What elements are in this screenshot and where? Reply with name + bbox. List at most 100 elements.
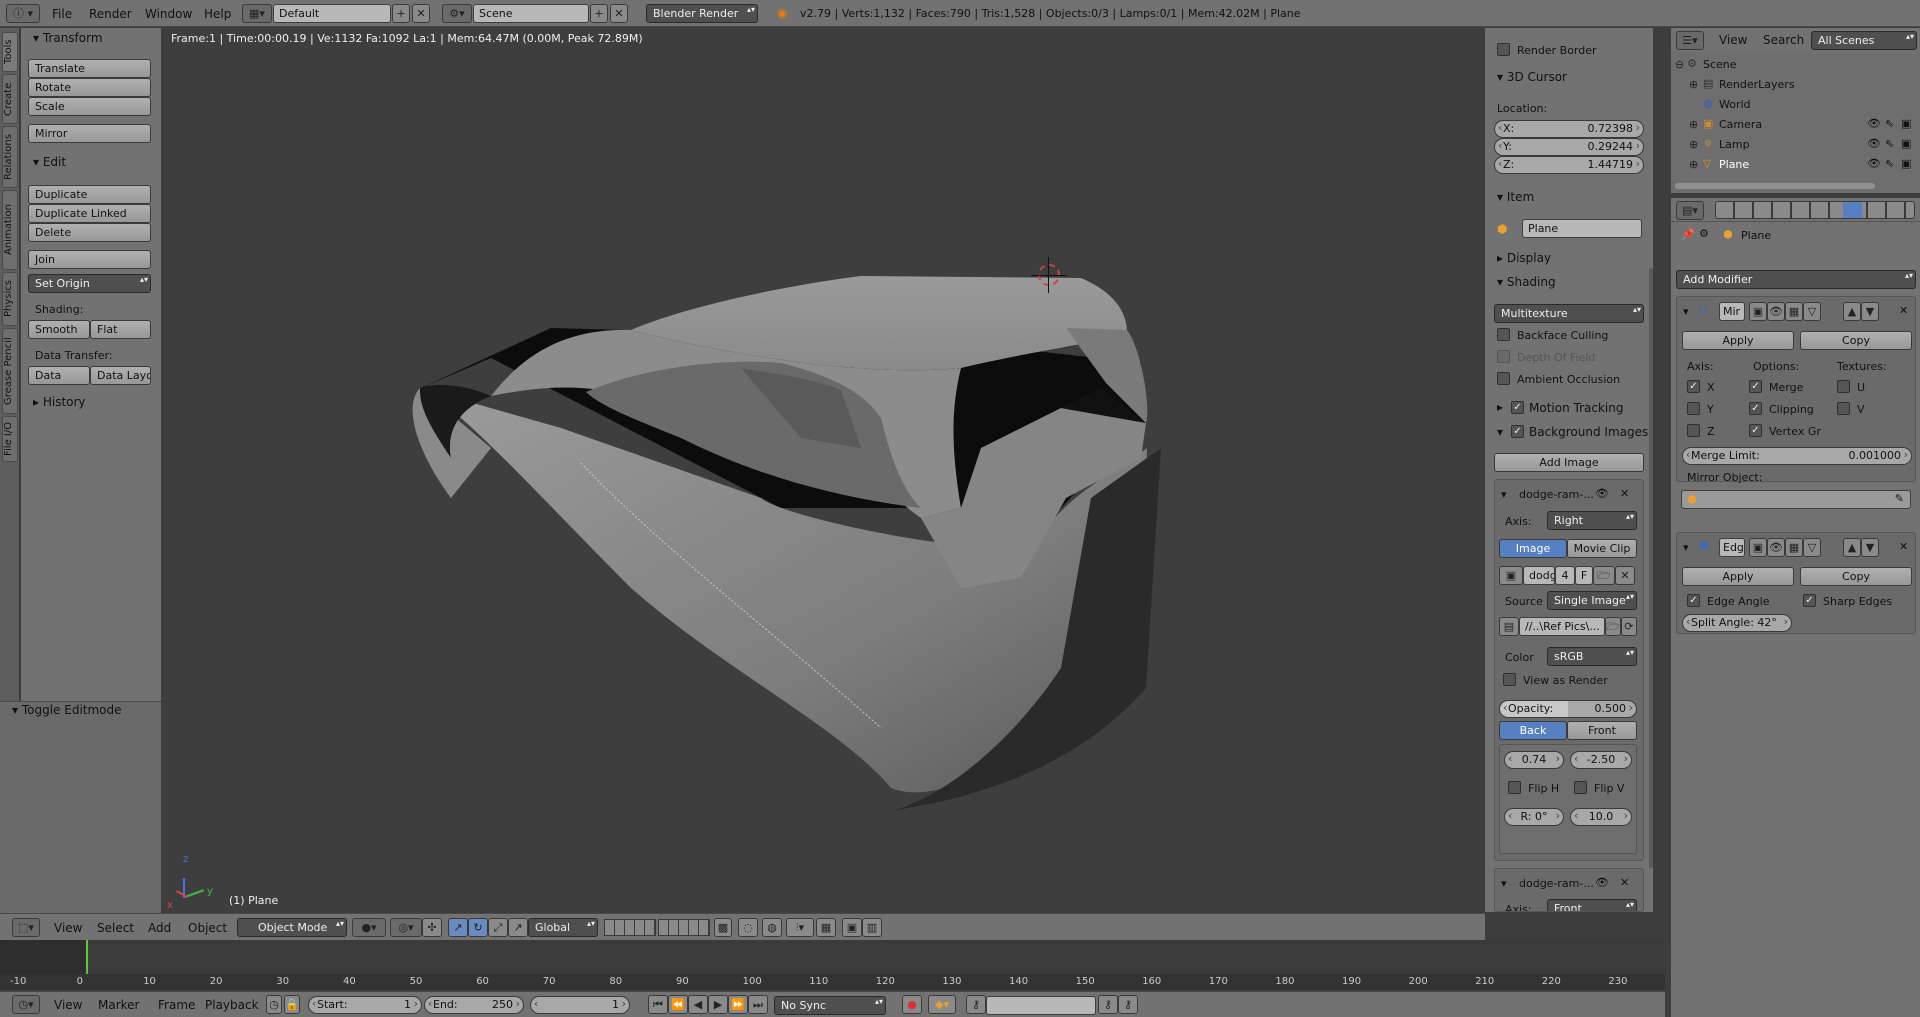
- display-header[interactable]: ▸ Display: [1497, 251, 1551, 265]
- add-modifier-dropdown[interactable]: Add Modifier: [1676, 270, 1916, 289]
- mirror-axis-z-checkbox[interactable]: [1687, 424, 1700, 437]
- render-preview-icon[interactable]: ▣: [842, 918, 862, 937]
- tab-animation[interactable]: Animation: [2, 190, 18, 270]
- close-icon[interactable]: ✕: [1899, 540, 1908, 553]
- item-name-field[interactable]: Plane: [1522, 219, 1642, 238]
- tab-physics[interactable]: Physics: [2, 272, 18, 326]
- car-body-model[interactable]: [161, 28, 1485, 912]
- motion-tracking-header[interactable]: ▸: [1497, 400, 1503, 414]
- delete-keyframe-icon[interactable]: ⚷: [1118, 995, 1138, 1014]
- bg1-offset-y-field[interactable]: -2.50: [1570, 751, 1632, 769]
- move-down-icon[interactable]: ▼: [1861, 538, 1879, 557]
- bg1-users-count[interactable]: 4: [1555, 566, 1575, 585]
- snap-icon[interactable]: ◍: [762, 918, 782, 937]
- npanel-scrollbar[interactable]: [1649, 268, 1653, 868]
- jump-end-icon[interactable]: ⏭: [748, 995, 768, 1014]
- folder-icon[interactable]: 🗁: [1593, 566, 1615, 585]
- start-frame-field[interactable]: Start: 1: [308, 996, 422, 1014]
- toggle-editmode-header[interactable]: ▾ Toggle Editmode: [12, 703, 122, 717]
- manipulator-toggle[interactable]: ✣: [422, 918, 442, 937]
- flip-h-checkbox[interactable]: [1508, 781, 1521, 794]
- bg1-tab-movie-clip[interactable]: Movie Clip: [1567, 539, 1637, 558]
- delete-layout-button[interactable]: ✕: [412, 4, 430, 23]
- record-icon[interactable]: ●: [902, 995, 922, 1014]
- modifiers-tab-wrench-icon[interactable]: [1843, 202, 1862, 218]
- flat-button[interactable]: Flat: [90, 320, 151, 339]
- bg1-tab-image[interactable]: Image: [1499, 539, 1567, 558]
- transform-panel-header[interactable]: ▾ Transform: [33, 31, 103, 45]
- outliner-row-camera[interactable]: ⊕ ▣ Camera 👁 ⇖ ▣: [1671, 115, 1920, 135]
- item-header[interactable]: ▾ Item: [1497, 190, 1534, 204]
- info-editor-type-button[interactable]: ⓘ ▾: [6, 4, 40, 23]
- edge-angle-checkbox[interactable]: ✓: [1687, 594, 1700, 607]
- menu-help[interactable]: Help: [204, 7, 231, 21]
- properties-context-tabs[interactable]: [1715, 201, 1915, 219]
- transform-orientation-dropdown[interactable]: Global: [528, 918, 598, 937]
- cursor-select-icon[interactable]: ⇖: [1885, 117, 1894, 130]
- jump-keyframe-back-icon[interactable]: ⏪: [668, 995, 688, 1014]
- translate-manipulator[interactable]: ↗: [448, 918, 468, 937]
- ambient-occlusion-checkbox[interactable]: [1497, 372, 1510, 385]
- motion-tracking-checkbox[interactable]: ✓: [1511, 401, 1524, 414]
- view-as-render-checkbox[interactable]: [1503, 673, 1516, 686]
- eye-icon[interactable]: 👁: [1595, 487, 1609, 500]
- keyingset-icon[interactable]: ⚷: [966, 995, 986, 1014]
- bg1-axis-dropdown[interactable]: Right: [1547, 511, 1637, 530]
- timeline[interactable]: -10 0 10 20 30 40 50 60 70 80 90 100 110 120 130 140 150…: [0, 940, 1665, 990]
- menu-window[interactable]: Window: [145, 7, 192, 21]
- cursor-select-icon[interactable]: ⇖: [1885, 157, 1894, 170]
- cursor-y-field[interactable]: Y: 0.29244: [1494, 138, 1644, 156]
- set-origin-dropdown[interactable]: Set Origin: [28, 274, 151, 293]
- viewport-shading-button[interactable]: ●▾: [352, 918, 386, 937]
- tab-tools[interactable]: Tools: [2, 32, 18, 72]
- menu-object[interactable]: Object: [188, 921, 227, 935]
- render-toggle-icon[interactable]: ▣: [1749, 538, 1767, 557]
- outliner-row-scene[interactable]: ⊖ ⚙ Scene: [1671, 55, 1920, 75]
- end-frame-field[interactable]: End: 250: [424, 996, 524, 1014]
- cage-icon[interactable]: ▽: [1803, 302, 1821, 321]
- backface-culling-checkbox[interactable]: [1497, 328, 1510, 341]
- eye-icon[interactable]: 👁: [1867, 157, 1881, 170]
- mirror-vertex-groups-checkbox[interactable]: ✓: [1749, 424, 1762, 437]
- render-engine-dropdown[interactable]: Blender Render: [646, 4, 758, 23]
- data-layout-button[interactable]: Data Layo: [90, 366, 151, 385]
- outliner-filter-dropdown[interactable]: All Scenes: [1811, 31, 1917, 50]
- edge-copy-button[interactable]: Copy: [1800, 567, 1912, 586]
- menu-view[interactable]: View: [54, 921, 82, 935]
- preview-range-icon[interactable]: ◷: [266, 995, 282, 1014]
- duplicate-button[interactable]: Duplicate: [28, 185, 151, 204]
- expand-icon[interactable]: ⊖: [1675, 58, 1684, 71]
- merge-limit-field[interactable]: Merge Limit: 0.001000: [1682, 447, 1912, 465]
- edit-panel-header[interactable]: ▾ Edit: [33, 155, 66, 169]
- bg2-axis-dropdown[interactable]: Front: [1547, 899, 1637, 911]
- tab-grease-pencil[interactable]: Grease Pencil: [2, 328, 18, 414]
- current-frame-field[interactable]: 1: [530, 996, 630, 1014]
- add-layout-button[interactable]: +: [392, 4, 410, 23]
- lock-icon[interactable]: 🔒: [284, 995, 300, 1014]
- tab-relations[interactable]: Relations: [2, 126, 18, 188]
- render-icon[interactable]: ▣: [1901, 157, 1911, 170]
- expand-icon[interactable]: ⊕: [1689, 138, 1698, 151]
- bg1-path-field[interactable]: //..\Ref Pics\...: [1519, 617, 1605, 636]
- 3d-cursor-header[interactable]: ▾ 3D Cursor: [1497, 70, 1567, 84]
- mirror-v-checkbox[interactable]: [1837, 402, 1850, 415]
- snap-grid-icon[interactable]: ▦: [816, 918, 836, 937]
- timeline-editor-type-button[interactable]: ◷▾: [12, 995, 40, 1014]
- flip-v-checkbox[interactable]: [1574, 781, 1587, 794]
- smooth-button[interactable]: Smooth: [28, 320, 90, 339]
- menu-render[interactable]: Render: [89, 7, 132, 21]
- scene-browse-button[interactable]: ⚙▾: [442, 4, 472, 23]
- outliner-editor-type-button[interactable]: ☰▾: [1676, 31, 1704, 50]
- layers-grid-2[interactable]: [658, 919, 710, 936]
- scale-manipulator[interactable]: ⤢: [488, 918, 508, 937]
- rotate-button[interactable]: Rotate: [28, 78, 151, 97]
- close-icon[interactable]: ✕: [1620, 487, 1629, 500]
- insert-keyframe-icon[interactable]: ⚷: [1098, 995, 1118, 1014]
- bg1-source-dropdown[interactable]: Single Image: [1547, 591, 1637, 610]
- move-up-icon[interactable]: ▲: [1843, 302, 1861, 321]
- expand-icon[interactable]: ⊕: [1689, 118, 1698, 131]
- pivot-point-button[interactable]: ◎▾: [390, 918, 422, 937]
- reload-icon[interactable]: ⟳: [1621, 617, 1637, 636]
- keying-set-field[interactable]: [986, 996, 1096, 1015]
- scene-name-field[interactable]: Scene: [473, 4, 589, 23]
